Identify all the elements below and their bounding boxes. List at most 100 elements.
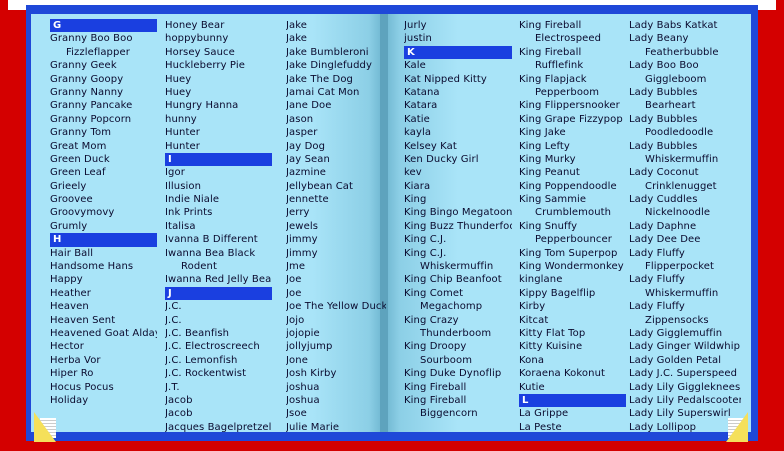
name-entry[interactable]: King Wondermonkey — [519, 260, 626, 273]
name-entry-continuation[interactable]: Fizzleflapper — [50, 46, 157, 59]
name-entry[interactable]: Jellybean Cat — [286, 180, 386, 193]
name-entry-continuation[interactable]: Poodledoodle — [629, 126, 741, 139]
name-entry[interactable]: Kelsey Kat — [404, 140, 512, 153]
name-entry-continuation[interactable]: Pepperbouncer — [519, 233, 626, 246]
name-entry-continuation[interactable]: Nickelnoodle — [629, 206, 741, 219]
name-entry-continuation[interactable]: Thunderboom — [404, 327, 512, 340]
name-entry[interactable]: Lady Gigglemuffin — [629, 327, 741, 340]
name-entry[interactable]: Kutie — [519, 381, 626, 394]
name-entry[interactable]: Granny Boo Boo — [50, 32, 157, 45]
name-entry[interactable]: kinglane — [519, 273, 626, 286]
name-entry[interactable]: Great Mom — [50, 140, 157, 153]
name-entry[interactable]: Lady Fluffy — [629, 247, 741, 260]
name-entry-continuation[interactable]: Zippensocks — [629, 314, 741, 327]
name-entry[interactable]: Happy — [50, 273, 157, 286]
name-entry-continuation[interactable]: Whiskermuffin — [629, 153, 741, 166]
name-entry[interactable]: Hector — [50, 340, 157, 353]
name-entry[interactable]: J.C. Electroscreech — [165, 340, 272, 353]
name-entry[interactable]: Lady Lily Pedalscooter — [629, 394, 741, 407]
name-entry[interactable]: Katie — [404, 113, 512, 126]
name-entry[interactable]: Granny Tom — [50, 126, 157, 139]
name-entry[interactable]: Heavened Goat Alday — [50, 327, 157, 340]
name-entry[interactable]: Kitty Kuisine — [519, 340, 626, 353]
name-entry[interactable]: Katana — [404, 86, 512, 99]
name-entry[interactable]: Jennette — [286, 193, 386, 206]
name-entry[interactable]: King Flippersnooker — [519, 99, 626, 112]
name-entry[interactable]: Kona — [519, 354, 626, 367]
name-entry[interactable]: Lady Dee Dee — [629, 233, 741, 246]
name-entry[interactable]: Kitty Flat Top — [519, 327, 626, 340]
name-entry[interactable]: Jamai Cat Mon — [286, 86, 386, 99]
name-entry-continuation[interactable]: Rodent — [165, 260, 272, 273]
name-entry[interactable]: King Lefty — [519, 140, 626, 153]
name-entry[interactable]: Heather — [50, 287, 157, 300]
name-entry[interactable]: Lady Cuddles — [629, 193, 741, 206]
name-entry[interactable]: Kitcat — [519, 314, 626, 327]
name-entry[interactable]: Granny Nanny — [50, 86, 157, 99]
name-entry[interactable]: King C.J. — [404, 233, 512, 246]
name-entry[interactable]: Italisa — [165, 220, 272, 233]
page-corner-left-icon[interactable] — [34, 412, 56, 442]
name-entry[interactable]: Granny Pancake — [50, 99, 157, 112]
name-entry[interactable]: Huey — [165, 73, 272, 86]
name-entry-continuation[interactable]: Crumblemouth — [519, 206, 626, 219]
name-entry[interactable]: Joe The Yellow Duck — [286, 300, 386, 313]
name-entry-continuation[interactable]: Sourboom — [404, 354, 512, 367]
name-entry[interactable]: Lady Boo Boo — [629, 59, 741, 72]
name-entry[interactable]: Ink Prints — [165, 206, 272, 219]
name-entry[interactable]: Jojo — [286, 314, 386, 327]
name-entry[interactable]: Ivanna B Different — [165, 233, 272, 246]
name-entry[interactable]: Jay Sean — [286, 153, 386, 166]
name-entry-continuation[interactable]: Featherbubble — [629, 46, 741, 59]
name-entry-continuation[interactable]: Rufflefink — [519, 59, 626, 72]
name-entry[interactable]: joshua — [286, 381, 386, 394]
name-entry[interactable]: Kippy Bagelflip — [519, 287, 626, 300]
name-entry[interactable]: Huckleberry Pie — [165, 59, 272, 72]
name-entry[interactable]: King Fireball — [519, 46, 626, 59]
name-entry[interactable]: La Grippe — [519, 407, 626, 420]
name-entry[interactable]: J.C. — [165, 314, 272, 327]
name-entry[interactable]: Jacques Bagelpretzel — [165, 421, 272, 434]
name-entry[interactable]: King Bingo Megatoon — [404, 206, 512, 219]
name-entry[interactable]: Lady Golden Petal — [629, 354, 741, 367]
name-entry[interactable]: Jake — [286, 19, 386, 32]
name-entry[interactable]: Jake — [286, 32, 386, 45]
name-entry[interactable]: Handsome Hans — [50, 260, 157, 273]
name-entry[interactable]: J.C. Beanfish — [165, 327, 272, 340]
name-entry[interactable]: Jane Doe — [286, 99, 386, 112]
name-entry[interactable]: Illusion — [165, 180, 272, 193]
name-entry[interactable]: Lady Beany — [629, 32, 741, 45]
name-entry[interactable]: King C.J. — [404, 247, 512, 260]
name-entry[interactable]: King Comet — [404, 287, 512, 300]
name-entry[interactable]: Lady Babs Katkat — [629, 19, 741, 32]
name-entry[interactable]: Lady Coconut — [629, 166, 741, 179]
name-entry[interactable]: Jacob — [165, 394, 272, 407]
name-entry-continuation[interactable]: Flipperpocket — [629, 260, 741, 273]
name-entry[interactable]: Lady J.C. Superspeed — [629, 367, 741, 380]
name-entry[interactable]: kayla — [404, 126, 512, 139]
name-entry[interactable]: Jimmy — [286, 233, 386, 246]
name-entry[interactable]: Green Duck — [50, 153, 157, 166]
name-entry[interactable]: Herba Vor — [50, 354, 157, 367]
name-entry[interactable]: King Jake — [519, 126, 626, 139]
name-entry-continuation[interactable]: Giggleboom — [629, 73, 741, 86]
name-entry[interactable]: Groovymovy — [50, 206, 157, 219]
name-entry-continuation[interactable]: Whiskermuffin — [629, 287, 741, 300]
name-entry[interactable]: Jacob — [165, 407, 272, 420]
name-entry[interactable]: jollyjump — [286, 340, 386, 353]
name-entry[interactable]: Hair Ball — [50, 247, 157, 260]
name-entry[interactable]: Jimmy — [286, 247, 386, 260]
name-entry[interactable]: Jsoe — [286, 407, 386, 420]
name-entry[interactable]: King Grape Fizzypop — [519, 113, 626, 126]
name-entry[interactable]: Jurly — [404, 19, 512, 32]
name-entry[interactable]: Granny Popcorn — [50, 113, 157, 126]
name-entry[interactable]: Holiday — [50, 394, 157, 407]
name-entry[interactable]: King Fireball — [519, 19, 626, 32]
name-entry[interactable]: Jay Dog — [286, 140, 386, 153]
name-entry-continuation[interactable]: Biggencorn — [404, 407, 512, 420]
name-entry[interactable]: Groovee — [50, 193, 157, 206]
name-entry-continuation[interactable]: Bearheart — [629, 99, 741, 112]
name-entry[interactable]: Hungry Hanna — [165, 99, 272, 112]
name-entry[interactable]: King Poppendoodle — [519, 180, 626, 193]
name-entry[interactable]: J.C. Lemonfish — [165, 354, 272, 367]
